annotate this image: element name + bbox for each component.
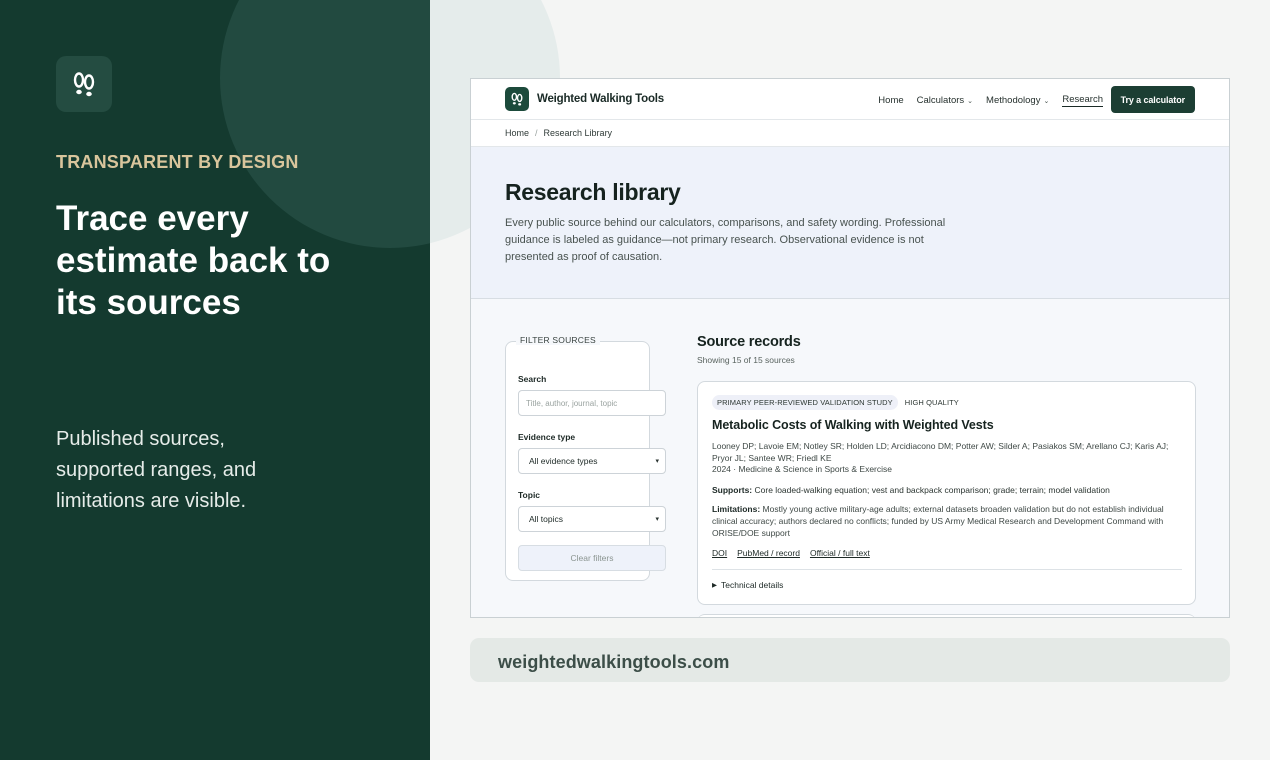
breadcrumb: Home / Research Library [471, 120, 1229, 147]
brand-name: Weighted Walking Tools [537, 93, 664, 105]
nav-calculators-label: Calculators [916, 95, 965, 106]
record-limitations: Limitations: Mostly young active militar… [712, 503, 1182, 539]
promo-panel: TRANSPARENT BY DESIGN Trace every estima… [0, 0, 430, 760]
breadcrumb-home[interactable]: Home [505, 128, 529, 138]
record-authors: Looney DP; Lavoie EM; Notley SR; Holden … [712, 441, 1169, 463]
technical-details-toggle[interactable]: ▶ Technical details [712, 580, 783, 590]
evidence-type-badge: PRIMARY PEER-REVIEWED VALIDATION STUDY [712, 395, 898, 410]
promo-headline: Trace every estimate back to its sources [56, 199, 331, 322]
supports-label: Supports: [712, 485, 753, 495]
chevron-down-icon: ⌄ [967, 97, 974, 105]
source-record-card: PRIMARY PEER-REVIEWED VALIDATION STUDY H… [697, 381, 1196, 605]
nav-home[interactable]: Home [878, 95, 903, 106]
hero-section: Research library Every public source beh… [471, 147, 1229, 299]
records-count: Showing 15 of 15 sources [697, 355, 795, 365]
site-header: Weighted Walking Tools Home Calculators … [471, 79, 1229, 120]
nav-methodology-label: Methodology [986, 95, 1041, 106]
search-label: Search [518, 374, 547, 384]
site-brand[interactable]: Weighted Walking Tools [505, 87, 664, 111]
filter-sources-panel: FILTER SOURCES Search Title, author, jou… [505, 335, 666, 581]
try-calculator-button[interactable]: Try a calculator [1110, 86, 1195, 113]
supports-text: Core loaded-walking equation; vest and b… [754, 485, 1110, 495]
url-bar: weightedwalkingtools.com [470, 638, 1230, 682]
search-input[interactable]: Title, author, journal, topic [518, 390, 666, 416]
record-title: Metabolic Costs of Walking with Weighted… [712, 418, 994, 432]
nav-research[interactable]: Research [1062, 94, 1103, 107]
topic-label: Topic [518, 490, 541, 500]
quality-badge: HIGH QUALITY [904, 398, 959, 407]
footprints-logo-icon [505, 87, 529, 111]
records-title: Source records [697, 334, 801, 350]
chevron-down-icon: ▾ [655, 516, 659, 523]
technical-details-label: Technical details [721, 580, 784, 590]
limitations-label: Limitations: [712, 504, 761, 514]
breadcrumb-separator: / [535, 128, 538, 138]
record-links: DOI PubMed / record Official / full text [712, 548, 880, 558]
promo-subline: Published sources, supported ranges, and… [56, 428, 257, 512]
full-text-link[interactable]: Official / full text [810, 548, 870, 558]
nav-methodology[interactable]: Methodology ⌄ [986, 95, 1049, 106]
limitations-text: Mostly young active military-age adults;… [712, 504, 1164, 538]
chevron-down-icon: ⌄ [1043, 97, 1050, 105]
evidence-type-value: All evidence types [529, 456, 598, 466]
chevron-down-icon: ▾ [655, 458, 659, 465]
promo-kicker: TRANSPARENT BY DESIGN [56, 152, 299, 172]
nav-calculators[interactable]: Calculators ⌄ [917, 95, 973, 106]
doi-link[interactable]: DOI [712, 548, 727, 558]
next-record-card-peek [697, 614, 1196, 617]
footprints-icon [56, 56, 112, 112]
evidence-type-label: Evidence type [518, 432, 576, 442]
pubmed-link[interactable]: PubMed / record [737, 548, 800, 558]
nav-research-label: Research [1062, 94, 1103, 105]
evidence-type-select[interactable]: All evidence types ▾ [518, 448, 666, 474]
record-supports: Supports: Core loaded-walking equation; … [712, 484, 1187, 496]
breadcrumb-current: Research Library [543, 128, 613, 138]
clear-filters-button[interactable]: Clear filters [518, 545, 666, 571]
card-divider [712, 569, 1182, 570]
site-screenshot: Weighted Walking Tools Home Calculators … [470, 78, 1230, 618]
page-title: Research library [505, 179, 681, 205]
record-publication: 2024 · Medicine & Science in Sports & Ex… [712, 464, 893, 474]
record-badges: PRIMARY PEER-REVIEWED VALIDATION STUDY H… [712, 395, 964, 410]
triangle-right-icon: ▶ [712, 582, 717, 589]
topic-select[interactable]: All topics ▾ [518, 506, 666, 532]
site-url: weightedwalkingtools.com [498, 652, 730, 672]
topic-value: All topics [529, 514, 564, 524]
main-nav: Home Calculators ⌄ Methodology ⌄ Researc… [865, 94, 1103, 107]
page-description: Every public source behind our calculato… [505, 217, 946, 263]
nav-home-label: Home [878, 95, 904, 106]
filter-legend: FILTER SOURCES [516, 335, 600, 345]
